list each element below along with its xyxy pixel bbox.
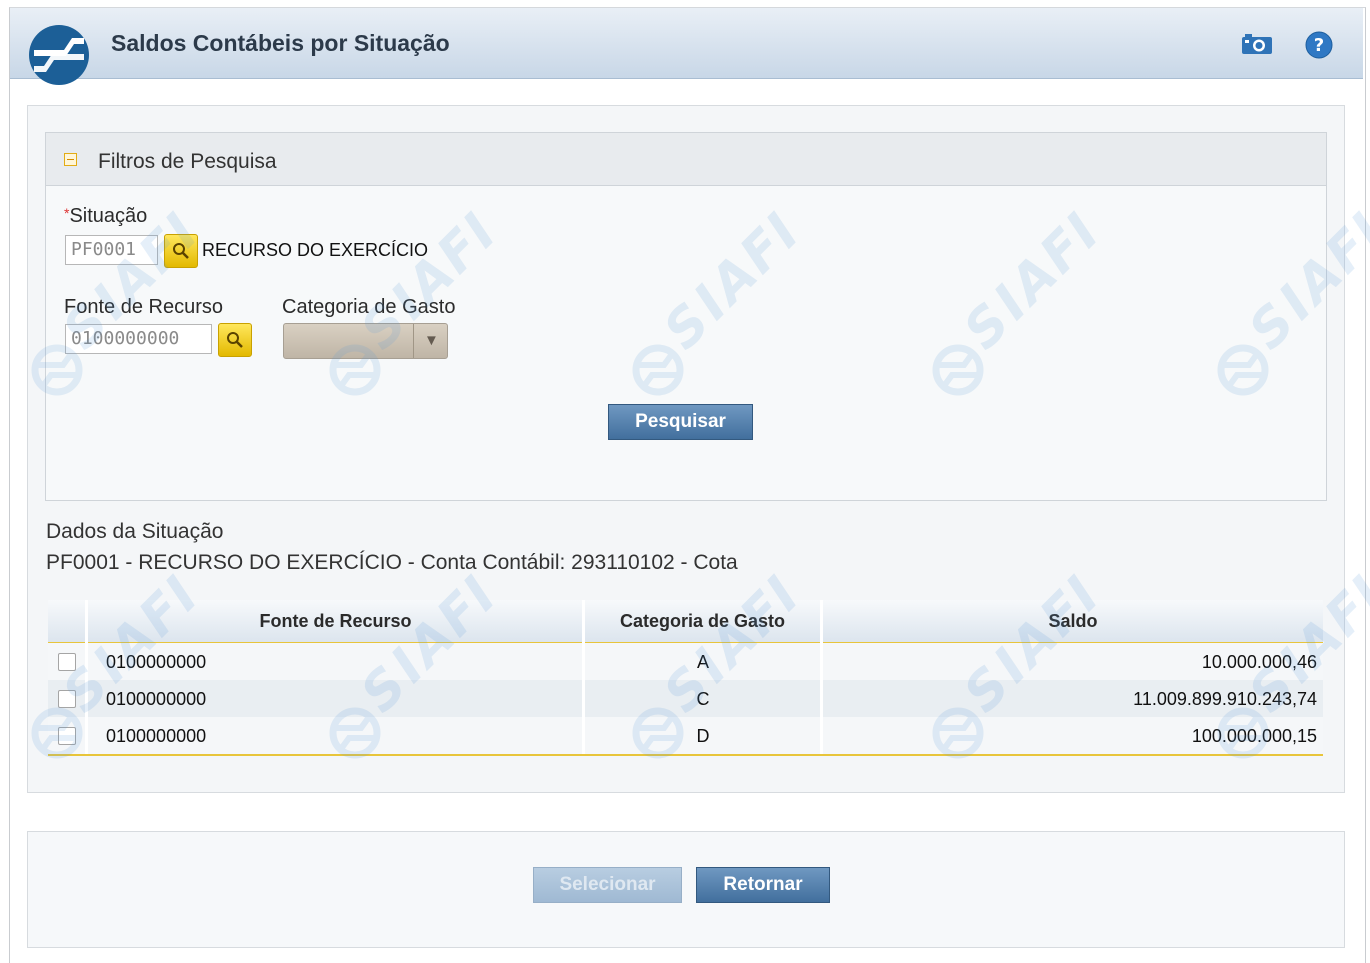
- row-checkbox[interactable]: [58, 653, 76, 671]
- cell-fonte: 0100000000: [106, 726, 207, 746]
- results-table: Fonte de Recurso Categoria de Gasto Sald…: [48, 600, 1323, 756]
- column-divider: [85, 600, 88, 756]
- select-button[interactable]: Selecionar: [533, 867, 682, 903]
- table-row[interactable]: 0100000000 C 11.009.899.910.243,74: [48, 680, 1323, 717]
- cell-saldo: 10.000.000,46: [823, 652, 1317, 673]
- cell-fonte: 0100000000: [106, 689, 207, 709]
- cell-saldo: 100.000.000,15: [1191, 726, 1317, 746]
- column-divider: [820, 600, 823, 756]
- page-header: Saldos Contábeis por Situação ?: [10, 8, 1363, 85]
- svg-text:?: ?: [1314, 35, 1324, 56]
- cell-categoria: C: [585, 689, 821, 710]
- filter-panel-header[interactable]: Filtros de Pesquisa: [46, 133, 1326, 186]
- siafi-logo-icon: [29, 25, 89, 85]
- help-icon[interactable]: ?: [1304, 30, 1338, 60]
- fonte-label: Fonte de Recurso: [64, 296, 223, 318]
- filter-panel-title: Filtros de Pesquisa: [98, 150, 277, 173]
- table-row[interactable]: 0100000000 D 100.000.000,15: [48, 717, 1323, 754]
- column-header-fonte[interactable]: Fonte de Recurso: [88, 611, 583, 632]
- row-checkbox[interactable]: [58, 690, 76, 708]
- return-button[interactable]: Retornar: [696, 867, 830, 903]
- table-header: Fonte de Recurso Categoria de Gasto Sald…: [48, 600, 1323, 644]
- column-header-saldo[interactable]: Saldo: [823, 611, 1323, 632]
- fonte-lookup-button[interactable]: [218, 323, 252, 357]
- situacao-label: *Situação: [64, 205, 147, 228]
- chevron-down-icon[interactable]: ▼: [424, 332, 439, 349]
- table-bottom-border: [48, 754, 1323, 756]
- table-row[interactable]: 0100000000 A 10.000.000,46: [48, 643, 1323, 680]
- situacao-description: RECURSO DO EXERCÍCIO: [202, 240, 429, 260]
- camera-icon[interactable]: [1240, 30, 1274, 60]
- cell-fonte: 0100000000: [106, 652, 206, 673]
- fonte-code-input[interactable]: 0100000000: [65, 324, 212, 354]
- row-checkbox[interactable]: [58, 727, 76, 745]
- footer-panel: [27, 831, 1345, 948]
- situacao-code-input[interactable]: PF0001: [65, 235, 158, 265]
- situacao-data-line: PF0001 - RECURSO DO EXERCÍCIO - Conta Co…: [46, 551, 738, 574]
- cell-categoria: D: [696, 726, 710, 746]
- search-button[interactable]: Pesquisar: [608, 404, 753, 440]
- column-header-categoria[interactable]: Categoria de Gasto: [585, 611, 820, 632]
- situacao-lookup-button[interactable]: [164, 234, 198, 268]
- column-divider: [582, 600, 585, 756]
- cell-categoria: A: [585, 652, 821, 673]
- collapse-icon[interactable]: [64, 153, 77, 166]
- search-filters-panel: Filtros de Pesquisa: [45, 132, 1327, 501]
- magnifier-icon: [227, 332, 243, 348]
- page-title: Saldos Contábeis por Situação: [111, 30, 450, 56]
- categoria-label: Categoria de Gasto: [282, 296, 455, 318]
- situacao-label-text: Situação: [69, 205, 148, 227]
- situacao-data-title: Dados da Situação: [46, 520, 224, 543]
- select-divider: [413, 324, 414, 358]
- cell-saldo: 11.009.899.910.243,74: [1133, 689, 1317, 709]
- magnifier-icon: [173, 243, 189, 259]
- categoria-select[interactable]: ▼: [283, 323, 448, 359]
